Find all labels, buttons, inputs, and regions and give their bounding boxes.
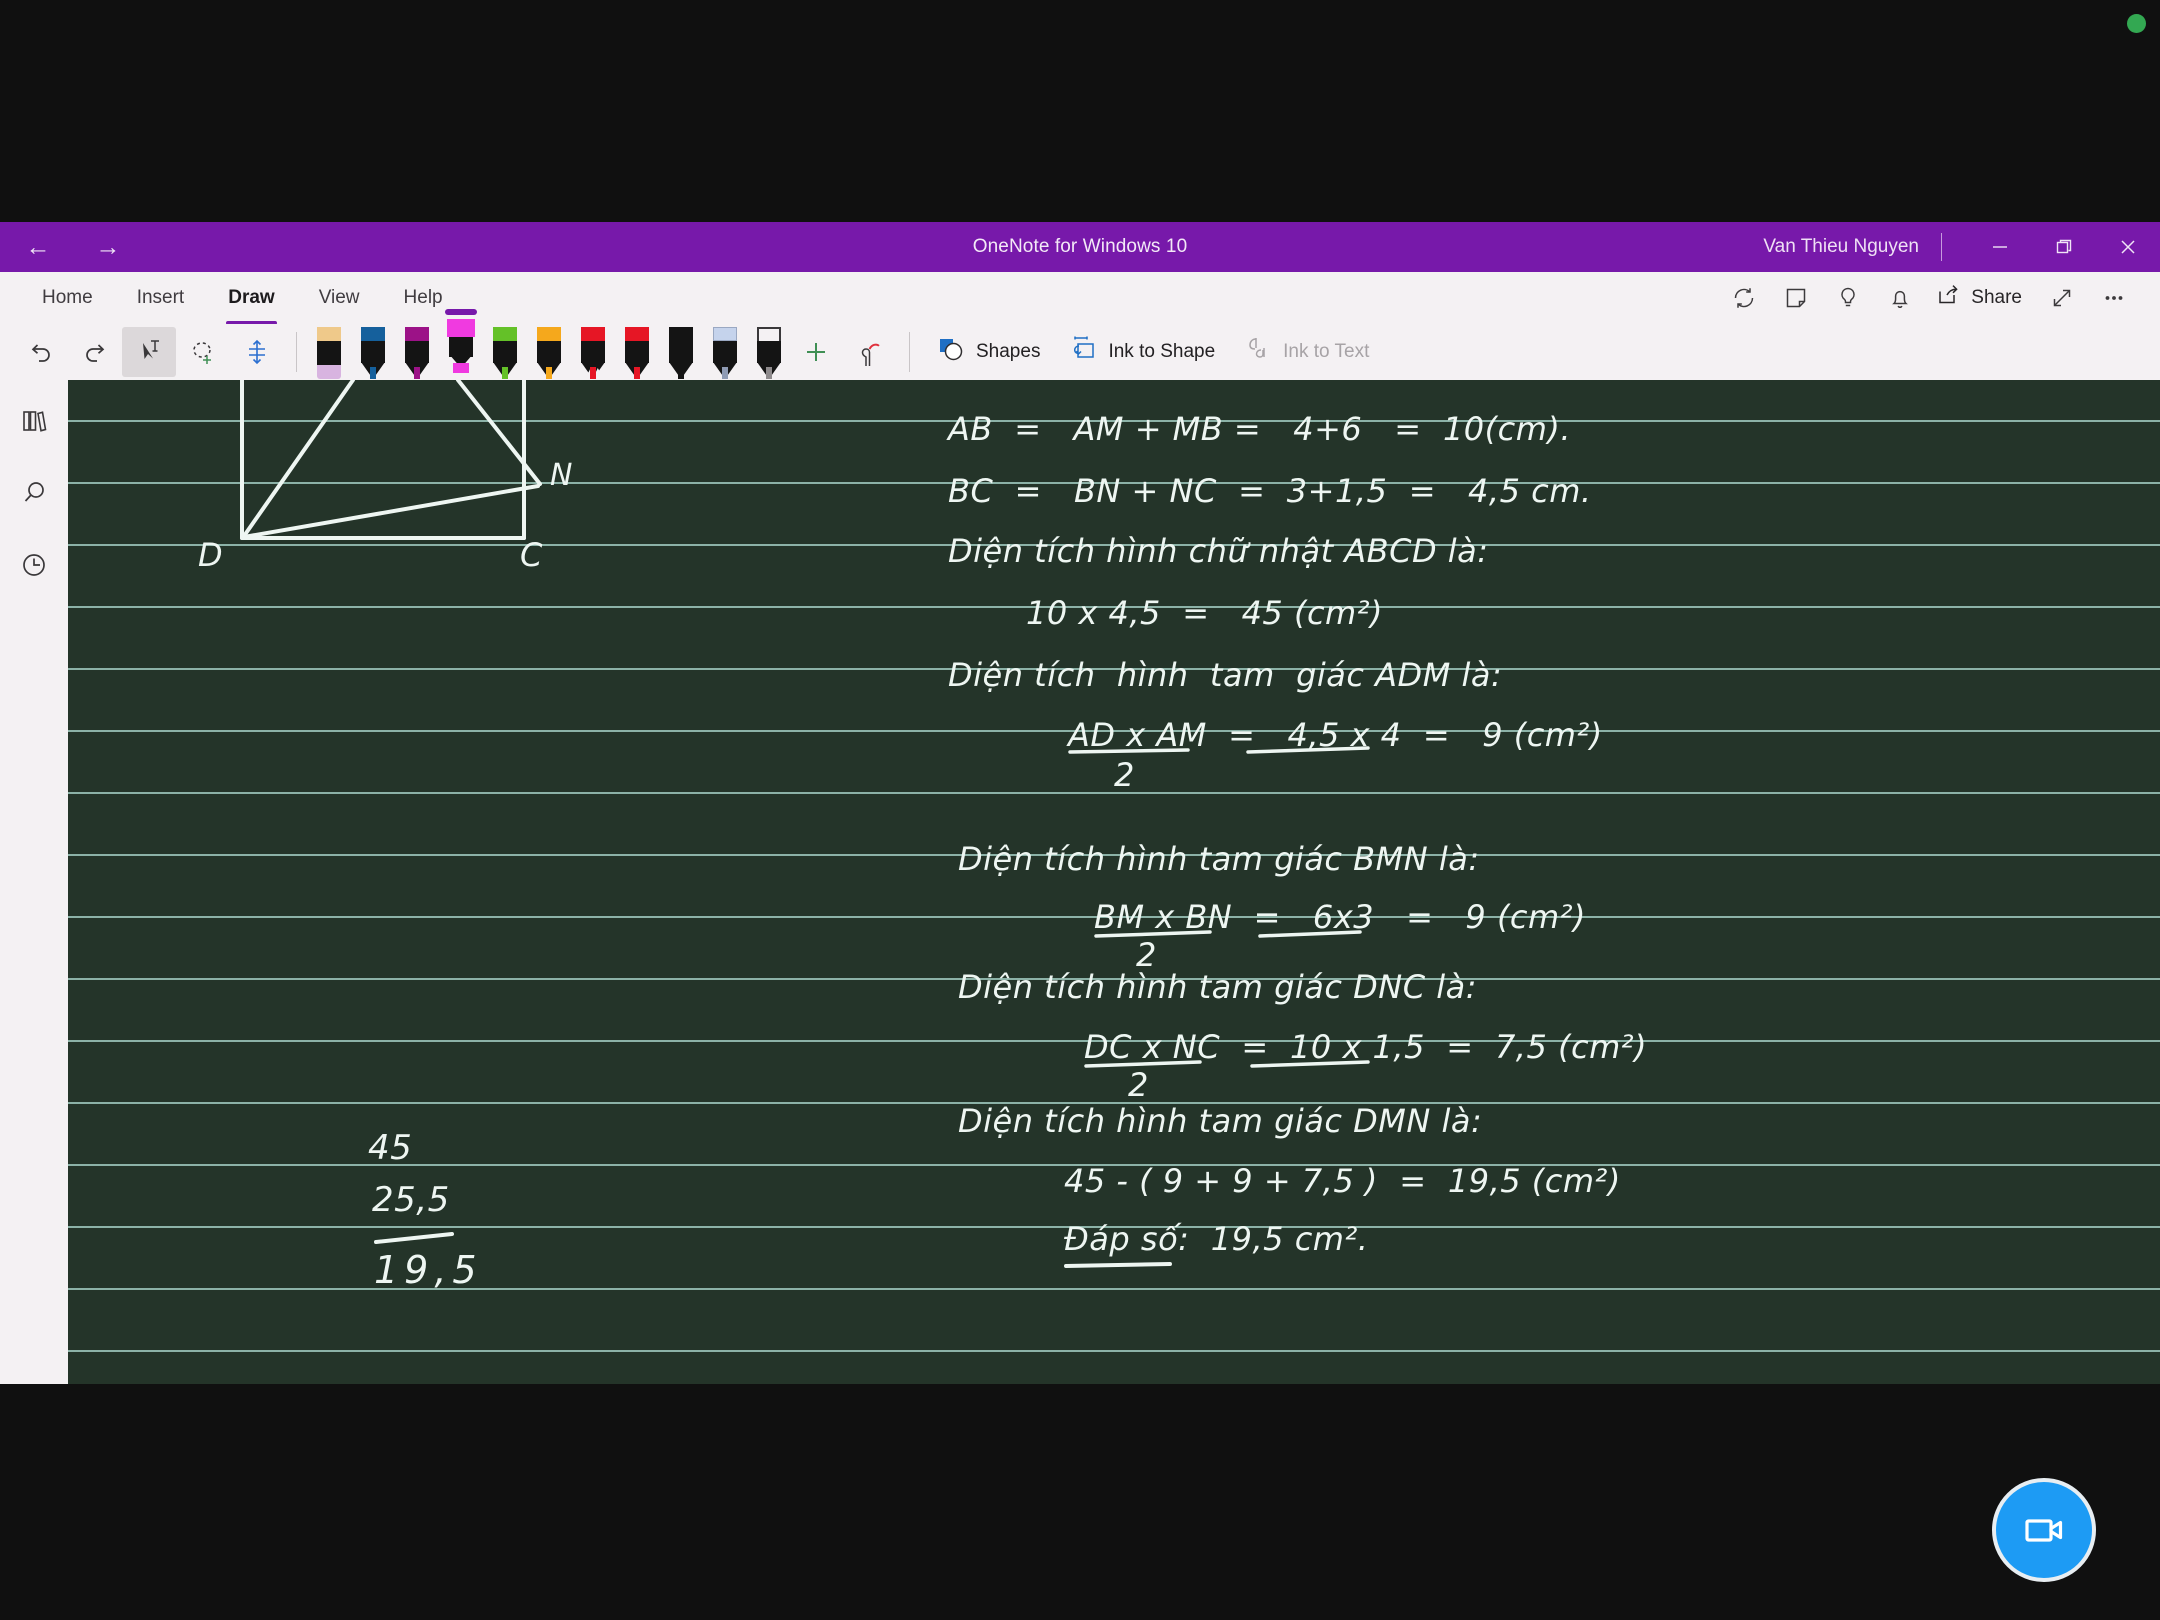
highlighter-magenta[interactable] xyxy=(441,309,481,374)
sidebar-item-notebooks[interactable] xyxy=(10,398,58,444)
ribbon-tab-bar: Home Insert Draw View Help Share xyxy=(0,272,2160,325)
toolbar-divider-2 xyxy=(909,332,910,372)
pen-orange[interactable] xyxy=(529,324,569,380)
ribbon-tabs: Home Insert Draw View Help xyxy=(0,279,465,325)
left-rail xyxy=(0,380,68,1384)
lightbulb-icon[interactable] xyxy=(1824,276,1872,320)
share-label: Share xyxy=(1971,287,2022,308)
tab-draw[interactable]: Draw xyxy=(206,279,296,325)
shapes-label: Shapes xyxy=(976,341,1041,362)
desktop-background-bottom xyxy=(0,1384,2160,1620)
tab-home[interactable]: Home xyxy=(20,279,115,317)
full-page-view-icon[interactable] xyxy=(2038,276,2086,320)
ribbon-actions: Share xyxy=(1720,276,2160,320)
account-name[interactable]: Van Thieu Nguyen xyxy=(1763,236,1941,258)
screen: ← → OneNote for Windows 10 Van Thieu Ngu… xyxy=(0,0,2160,1620)
close-button[interactable] xyxy=(2096,222,2160,272)
ink-to-shape-label: Ink to Shape xyxy=(1108,341,1216,362)
share-icon xyxy=(1936,282,1962,314)
restore-window-icon[interactable] xyxy=(2032,222,2096,272)
tab-insert[interactable]: Insert xyxy=(115,279,207,317)
onenote-window: ← → OneNote for Windows 10 Van Thieu Ngu… xyxy=(0,222,2160,1384)
video-call-button[interactable] xyxy=(1992,1478,2096,1582)
sync-icon[interactable] xyxy=(1720,276,1768,320)
bell-icon[interactable] xyxy=(1876,276,1924,320)
redo-button[interactable] xyxy=(68,327,122,377)
tab-view[interactable]: View xyxy=(297,279,382,317)
minimize-button[interactable] xyxy=(1968,222,2032,272)
select-text-tool[interactable] xyxy=(122,327,176,377)
workspace: D C N 45 25,5 19,5 AB = AM + MB = 4+6 = … xyxy=(0,380,2160,1384)
ink-to-text-icon xyxy=(1243,334,1273,370)
answer-underline xyxy=(68,380,2160,1384)
undo-button[interactable] xyxy=(14,327,68,377)
pen-black[interactable] xyxy=(661,324,701,380)
pen-highlighter-tan[interactable] xyxy=(309,324,349,380)
title-bar: ← → OneNote for Windows 10 Van Thieu Ngu… xyxy=(0,222,2160,272)
pencil-light-blue[interactable] xyxy=(705,324,745,380)
back-arrow-icon[interactable]: ← xyxy=(16,229,60,265)
recording-indicator xyxy=(2127,14,2146,33)
navigation-buttons: ← → xyxy=(0,229,130,265)
pen-red[interactable] xyxy=(617,324,657,380)
insert-space-tool[interactable] xyxy=(230,327,284,377)
share-button[interactable]: Share xyxy=(1928,276,2034,320)
note-page-canvas[interactable]: D C N 45 25,5 19,5 AB = AM + MB = 4+6 = … xyxy=(68,380,2160,1384)
pen-palette xyxy=(309,309,789,380)
ink-to-text-button[interactable]: Ink to Text xyxy=(1229,327,1383,377)
sticky-note-icon[interactable] xyxy=(1772,276,1820,320)
add-pen-button[interactable] xyxy=(789,327,843,377)
ink-to-shape-icon xyxy=(1068,334,1098,370)
shapes-button[interactable]: Shapes xyxy=(922,327,1054,377)
video-camera-icon xyxy=(2025,1519,2063,1542)
pencil-thin[interactable] xyxy=(749,324,789,380)
lasso-select-tool[interactable] xyxy=(176,327,230,377)
ink-to-shape-button[interactable]: Ink to Shape xyxy=(1054,327,1229,377)
title-divider xyxy=(1941,233,1942,261)
pen-purple[interactable] xyxy=(397,324,437,380)
draw-toolbar: Shapes Ink to Shape Ink to Text xyxy=(0,309,2160,380)
shapes-icon xyxy=(936,334,966,370)
pen-red-jagged[interactable] xyxy=(573,324,613,380)
forward-arrow-icon[interactable]: → xyxy=(86,229,130,265)
sidebar-item-recent-notes[interactable] xyxy=(10,542,58,588)
sidebar-item-search[interactable] xyxy=(10,470,58,516)
title-bar-right: Van Thieu Nguyen xyxy=(1763,222,2160,272)
eraser-tool[interactable] xyxy=(843,327,897,377)
ink-to-text-label: Ink to Text xyxy=(1283,341,1370,362)
pen-green[interactable] xyxy=(485,324,525,380)
more-options-icon[interactable] xyxy=(2090,276,2138,320)
pen-blue[interactable] xyxy=(353,324,393,380)
toolbar-divider-1 xyxy=(296,332,297,372)
